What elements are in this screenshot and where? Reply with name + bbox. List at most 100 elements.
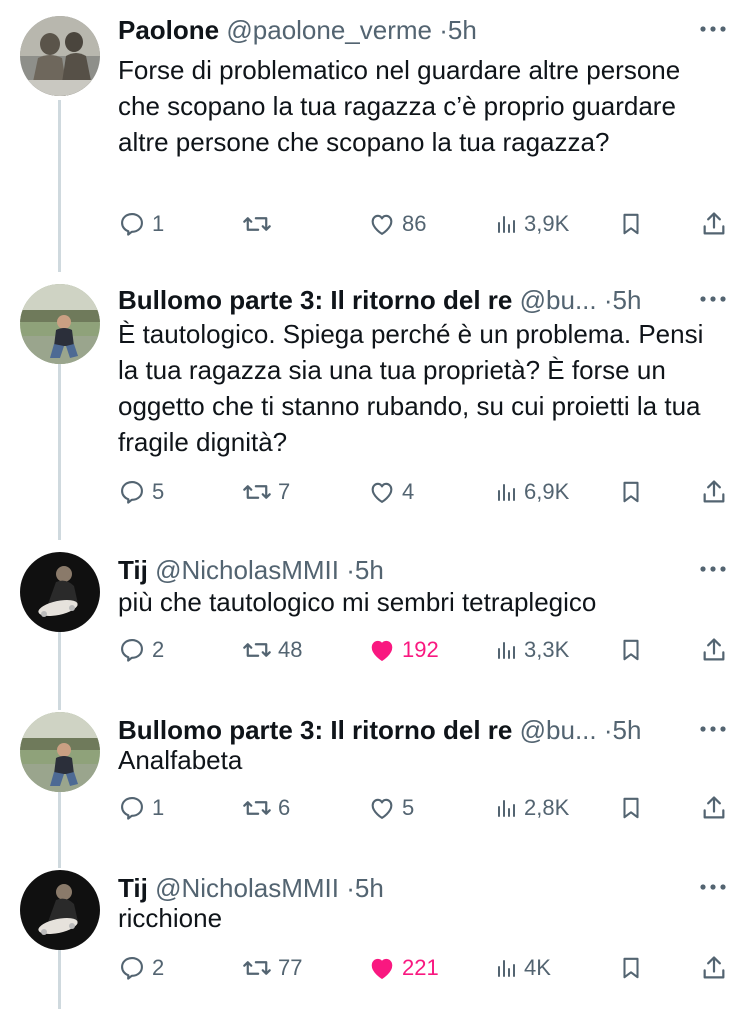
author-name[interactable]: Tij [118, 873, 148, 903]
retweet-icon [243, 217, 271, 231]
author-name[interactable]: Paolone [118, 15, 219, 45]
separator-dot: · [603, 715, 613, 745]
timestamp[interactable]: 5h [355, 873, 384, 903]
share-button[interactable] [700, 206, 728, 242]
views-count: 2,8K [524, 795, 570, 820]
retweet-button[interactable]: 48 [242, 632, 302, 668]
author-handle[interactable]: @NicholasMMII [155, 873, 339, 903]
bookmark-button[interactable] [618, 206, 644, 242]
tweet-header: Bullomo parte 3: Il ritorno del re @bu..… [118, 282, 680, 318]
retweet-button[interactable]: 77 [242, 950, 302, 986]
like-button[interactable]: 192 [368, 632, 439, 668]
heart-icon [371, 798, 393, 819]
more-icon[interactable] [696, 14, 730, 44]
retweet-icon [243, 643, 271, 657]
share-button[interactable] [700, 950, 728, 986]
retweet-count: 6 [278, 795, 291, 820]
separator-dot: · [346, 555, 355, 585]
retweet-icon [243, 961, 271, 975]
avatar[interactable] [20, 552, 100, 632]
views-button[interactable]: 3,3K [494, 632, 569, 668]
author-name[interactable]: Bullomo parte 3: Il ritorno del re [118, 285, 512, 315]
views-button[interactable]: 3,9K [494, 206, 569, 242]
reply-button[interactable]: 1 [118, 790, 164, 826]
author-handle[interactable]: @NicholasMMII [155, 555, 339, 585]
retweet-button[interactable]: 7 [242, 474, 290, 510]
tweet-header: Paolone @paolone_verme ·5h [118, 12, 680, 48]
retweet-count: 7 [278, 479, 291, 504]
tweet-text: ricchione [118, 903, 223, 933]
reply-button[interactable]: 1 [118, 206, 164, 242]
bookmark-button[interactable] [618, 790, 644, 826]
share-button[interactable] [700, 632, 728, 668]
heart-icon [371, 958, 393, 979]
heart-icon [371, 640, 393, 661]
reply-count: 1 [152, 795, 165, 820]
avatar[interactable] [20, 870, 100, 950]
tweet-header: Tij @NicholasMMII ·5h [118, 552, 680, 588]
share-icon [703, 480, 725, 503]
reply-count: 5 [152, 479, 165, 504]
tweet-actions: 2 48 192 3,3K [118, 632, 730, 668]
separator-dot: · [603, 285, 613, 315]
avatar[interactable] [20, 712, 100, 792]
more-icon[interactable] [696, 284, 730, 314]
tweet-actions: 1 6 5 2,8K [118, 790, 730, 826]
tweet-text: Forse di problematico nel guardare altre… [118, 55, 681, 157]
share-button[interactable] [700, 790, 728, 826]
timestamp[interactable]: 5h [355, 555, 384, 585]
tweet[interactable]: Bullomo parte 3: Il ritorno del re @bu..… [0, 270, 750, 540]
retweet-button[interactable] [242, 206, 278, 242]
reply-button[interactable]: 5 [118, 474, 164, 510]
tweet[interactable]: Tij @NicholasMMII ·5h più che tautologic… [0, 540, 750, 708]
more-icon[interactable] [696, 714, 730, 744]
reply-icon [121, 213, 143, 236]
tweet[interactable]: Bullomo parte 3: Il ritorno del re @bu..… [0, 700, 750, 860]
reply-count: 1 [152, 211, 165, 236]
author-name[interactable]: Tij [118, 555, 148, 585]
retweet-button[interactable]: 6 [242, 790, 290, 826]
timestamp[interactable]: 5h [448, 15, 477, 45]
timestamp[interactable]: 5h [613, 715, 642, 745]
author-handle[interactable]: @bu... [520, 285, 597, 315]
tweet-text: più che tautologico mi sembri tetraplegi… [118, 587, 597, 617]
author-handle[interactable]: @bu... [520, 715, 597, 745]
tweet-actions: 2 77 221 4K [118, 950, 730, 986]
more-icon[interactable] [696, 872, 730, 902]
like-button[interactable]: 5 [368, 790, 414, 826]
tweet[interactable]: Tij @NicholasMMII ·5h ricchione 2 77 221… [0, 858, 750, 1009]
share-icon [703, 638, 725, 661]
avatar[interactable] [20, 284, 100, 364]
bookmark-icon [623, 957, 639, 979]
avatar[interactable] [20, 16, 100, 96]
timestamp[interactable]: 5h [613, 285, 642, 315]
share-button[interactable] [700, 474, 728, 510]
like-count: 5 [402, 795, 415, 820]
reply-button[interactable]: 2 [118, 950, 164, 986]
like-button[interactable]: 221 [368, 950, 439, 986]
tweet[interactable]: Paolone @paolone_verme ·5h Forse di prob… [0, 0, 750, 270]
views-icon [498, 642, 515, 659]
bookmark-icon [623, 639, 639, 661]
views-button[interactable]: 4K [494, 950, 551, 986]
views-button[interactable]: 2,8K [494, 790, 569, 826]
reply-icon [121, 957, 143, 980]
bookmark-icon [623, 213, 639, 235]
views-count: 4K [524, 955, 551, 980]
tweet-text: Analfabeta [118, 745, 243, 775]
like-button[interactable]: 86 [368, 206, 426, 242]
views-count: 6,9K [524, 479, 570, 504]
bookmark-button[interactable] [618, 632, 644, 668]
views-icon [498, 800, 515, 817]
retweet-count: 48 [278, 637, 303, 662]
like-button[interactable]: 4 [368, 474, 414, 510]
author-name[interactable]: Bullomo parte 3: Il ritorno del re [118, 715, 512, 745]
author-handle[interactable]: @paolone_verme [226, 15, 432, 45]
bookmark-button[interactable] [618, 950, 644, 986]
bookmark-button[interactable] [618, 474, 644, 510]
more-icon[interactable] [696, 554, 730, 584]
tweet-actions: 1 86 3,9K [118, 206, 730, 242]
bookmark-icon [623, 797, 639, 819]
views-button[interactable]: 6,9K [494, 474, 569, 510]
reply-button[interactable]: 2 [118, 632, 164, 668]
